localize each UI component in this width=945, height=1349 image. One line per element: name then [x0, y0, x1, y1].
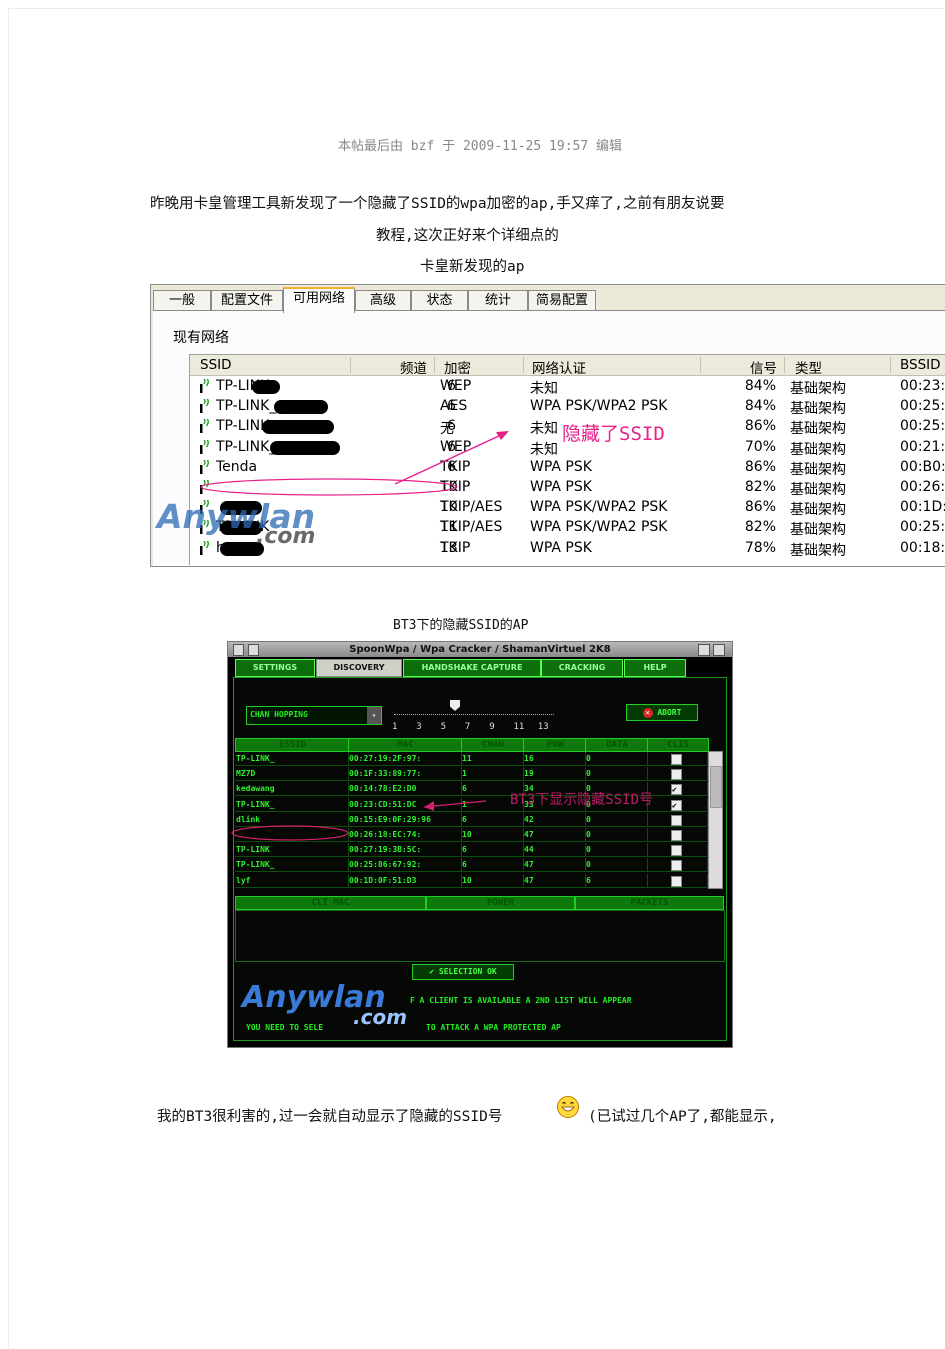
caption-bt3: BT3下的隐藏SSID的AP — [393, 618, 529, 633]
annotation-text: 隐藏了SSID — [562, 423, 665, 445]
bt3-annotation-arrowhead — [424, 801, 434, 811]
watermark-logo: Anywlan .com — [157, 497, 315, 549]
bt3-annotation-text: BT3下显示隐藏SSID号 — [510, 792, 653, 808]
hidden-ssid-ellipse — [200, 478, 458, 496]
intro-line-2: 教程,这次正好来个详细点的 — [376, 228, 559, 244]
tab-2[interactable]: 可用网络 — [283, 287, 355, 313]
bt3-hidden-ellipse — [231, 825, 349, 841]
annotation-arrow — [394, 434, 502, 485]
bt3-screenshot: SpoonWpa / Wpa Cracker / ShamanVirtuel 2… — [227, 641, 733, 1048]
outro-tail: (已试过几个AP了,都能显示, — [588, 1109, 777, 1125]
bt3-watermark: Anywlan .com — [242, 980, 407, 1029]
intro-line-1: 昨晚用卡皇管理工具新发现了一个隐藏了SSID的wpa加密的ap,手又痒了,之前有… — [150, 196, 725, 212]
caption-kahuang: 卡皇新发现的ap — [420, 259, 525, 275]
edit-note: 本帖最后由 bzf 于 2009-11-25 19:57 编辑 — [337, 139, 622, 154]
bt3-watermark-sub: .com — [353, 1005, 408, 1029]
outro-text: 我的BT3很利害的,过一会就自动显示了隐藏的SSID号 — [157, 1109, 503, 1125]
annotation-arrowhead — [496, 431, 509, 440]
kahuang-screenshot: 一般 配置文件 可用网络 高级 状态 统计 简易配置 现有网络 SSID 频道 加密 网络认证 信号… — [150, 284, 945, 567]
watermark-sub: .com — [256, 524, 316, 549]
grin-emoticon-icon — [557, 1096, 579, 1118]
